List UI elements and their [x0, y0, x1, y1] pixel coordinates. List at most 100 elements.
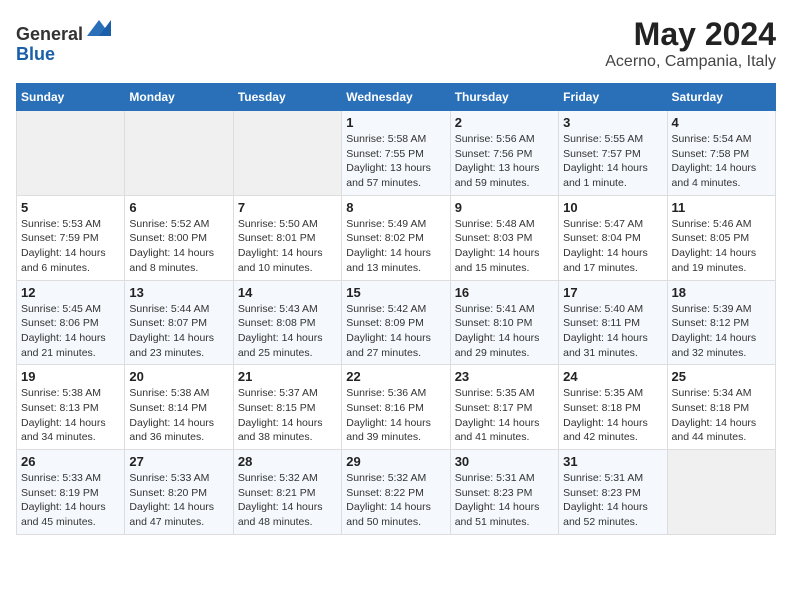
day-number: 14	[238, 285, 337, 300]
day-number: 3	[563, 115, 662, 130]
day-number: 18	[672, 285, 771, 300]
weekday-header-tuesday: Tuesday	[233, 84, 341, 111]
calendar-cell: 4Sunrise: 5:54 AMSunset: 7:58 PMDaylight…	[667, 111, 775, 196]
day-info: Sunrise: 5:42 AMSunset: 8:09 PMDaylight:…	[346, 302, 445, 361]
calendar-cell: 20 Sunrise: 5:38 AMSunset: 8:14 PMDayligh…	[125, 365, 233, 450]
day-number: 1	[346, 115, 445, 130]
day-number: 9	[455, 200, 554, 215]
day-number: 17	[563, 285, 662, 300]
calendar-cell: 2 Sunrise: 5:56 AMSunset: 7:56 PMDaylight…	[450, 111, 558, 196]
calendar-cell: 25 Sunrise: 5:34 AMSunset: 8:18 PMDayligh…	[667, 365, 775, 450]
day-info: Sunrise: 5:46 AMSunset: 8:05 PMDaylight:…	[672, 217, 771, 276]
weekday-header-monday: Monday	[125, 84, 233, 111]
day-info: Sunrise: 5:32 AMSunset: 8:21 PMDaylight:…	[238, 471, 337, 530]
calendar-cell: 9 Sunrise: 5:48 AMSunset: 8:03 PMDaylight…	[450, 195, 558, 280]
day-number: 5	[21, 200, 120, 215]
weekday-header-saturday: Saturday	[667, 84, 775, 111]
calendar-cell: 10Sunrise: 5:47 AMSunset: 8:04 PMDayligh…	[559, 195, 667, 280]
day-number: 13	[129, 285, 228, 300]
calendar-cell: 1 Sunrise: 5:58 AMSunset: 7:55 PMDaylight…	[342, 111, 450, 196]
day-number: 31	[563, 454, 662, 469]
day-info: Sunrise: 5:32 AMSunset: 8:22 PMDaylight:…	[346, 471, 445, 530]
calendar-cell: 21 Sunrise: 5:37 AMSunset: 8:15 PMDayligh…	[233, 365, 341, 450]
page-header: General Blue May 2024 Acerno, Campania, …	[16, 16, 776, 71]
day-info: Sunrise: 5:36 AMSunset: 8:16 PMDaylight:…	[346, 386, 445, 445]
page-subtitle: Acerno, Campania, Italy	[605, 53, 776, 71]
day-info: Sunrise: 5:39 AMSunset: 8:12 PMDaylight:…	[672, 302, 771, 361]
day-number: 26	[21, 454, 120, 469]
weekday-header-sunday: Sunday	[17, 84, 125, 111]
day-info: Sunrise: 5:44 AMSunset: 8:07 PMDaylight:…	[129, 302, 228, 361]
day-info: Sunrise: 5:34 AMSunset: 8:18 PMDaylight:…	[672, 386, 771, 445]
day-info: Sunrise: 5:52 AMSunset: 8:00 PMDaylight:…	[129, 217, 228, 276]
title-block: May 2024 Acerno, Campania, Italy	[605, 16, 776, 71]
day-info: Sunrise: 5:55 AMSunset: 7:57 PMDaylight:…	[563, 132, 662, 191]
calendar-cell: 28 Sunrise: 5:32 AMSunset: 8:21 PMDayligh…	[233, 450, 341, 535]
day-info: Sunrise: 5:35 AMSunset: 8:17 PMDaylight:…	[455, 386, 554, 445]
day-number: 27	[129, 454, 228, 469]
calendar-cell	[233, 111, 341, 196]
calendar-cell: 26 Sunrise: 5:33 AMSunset: 8:19 PMDayligh…	[17, 450, 125, 535]
logo: General Blue	[16, 16, 113, 65]
calendar-cell: 14 Sunrise: 5:43 AMSunset: 8:08 PMDayligh…	[233, 280, 341, 365]
day-info: Sunrise: 5:33 AMSunset: 8:19 PMDaylight:…	[21, 471, 120, 530]
calendar-week-3: 19Sunrise: 5:38 AMSunset: 8:13 PMDayligh…	[17, 365, 776, 450]
day-number: 20	[129, 369, 228, 384]
calendar-cell: 15 Sunrise: 5:42 AMSunset: 8:09 PMDayligh…	[342, 280, 450, 365]
day-number: 28	[238, 454, 337, 469]
calendar-cell: 3 Sunrise: 5:55 AMSunset: 7:57 PMDaylight…	[559, 111, 667, 196]
page-title: May 2024	[605, 16, 776, 53]
calendar-cell: 11 Sunrise: 5:46 AMSunset: 8:05 PMDayligh…	[667, 195, 775, 280]
day-info: Sunrise: 5:58 AMSunset: 7:55 PMDaylight:…	[346, 132, 445, 191]
calendar-table: SundayMondayTuesdayWednesdayThursdayFrid…	[16, 83, 776, 535]
day-number: 11	[672, 200, 771, 215]
day-number: 2	[455, 115, 554, 130]
day-number: 15	[346, 285, 445, 300]
day-info: Sunrise: 5:31 AMSunset: 8:23 PMDaylight:…	[455, 471, 554, 530]
calendar-cell: 12Sunrise: 5:45 AMSunset: 8:06 PMDayligh…	[17, 280, 125, 365]
header-row: SundayMondayTuesdayWednesdayThursdayFrid…	[17, 84, 776, 111]
day-number: 16	[455, 285, 554, 300]
calendar-week-2: 12Sunrise: 5:45 AMSunset: 8:06 PMDayligh…	[17, 280, 776, 365]
day-info: Sunrise: 5:43 AMSunset: 8:08 PMDaylight:…	[238, 302, 337, 361]
logo-general: General	[16, 24, 83, 44]
calendar-week-1: 5 Sunrise: 5:53 AMSunset: 7:59 PMDaylight…	[17, 195, 776, 280]
calendar-cell: 30 Sunrise: 5:31 AMSunset: 8:23 PMDayligh…	[450, 450, 558, 535]
day-info: Sunrise: 5:35 AMSunset: 8:18 PMDaylight:…	[563, 386, 662, 445]
weekday-header-thursday: Thursday	[450, 84, 558, 111]
calendar-cell: 19Sunrise: 5:38 AMSunset: 8:13 PMDayligh…	[17, 365, 125, 450]
calendar-cell: 13 Sunrise: 5:44 AMSunset: 8:07 PMDayligh…	[125, 280, 233, 365]
calendar-cell: 29Sunrise: 5:32 AMSunset: 8:22 PMDayligh…	[342, 450, 450, 535]
day-info: Sunrise: 5:33 AMSunset: 8:20 PMDaylight:…	[129, 471, 228, 530]
day-info: Sunrise: 5:38 AMSunset: 8:14 PMDaylight:…	[129, 386, 228, 445]
calendar-cell: 17Sunrise: 5:40 AMSunset: 8:11 PMDayligh…	[559, 280, 667, 365]
day-info: Sunrise: 5:48 AMSunset: 8:03 PMDaylight:…	[455, 217, 554, 276]
logo-icon	[85, 16, 113, 40]
calendar-cell: 22Sunrise: 5:36 AMSunset: 8:16 PMDayligh…	[342, 365, 450, 450]
day-number: 30	[455, 454, 554, 469]
calendar-cell	[125, 111, 233, 196]
day-info: Sunrise: 5:53 AMSunset: 7:59 PMDaylight:…	[21, 217, 120, 276]
day-info: Sunrise: 5:38 AMSunset: 8:13 PMDaylight:…	[21, 386, 120, 445]
day-info: Sunrise: 5:56 AMSunset: 7:56 PMDaylight:…	[455, 132, 554, 191]
day-number: 23	[455, 369, 554, 384]
day-number: 8	[346, 200, 445, 215]
day-number: 6	[129, 200, 228, 215]
calendar-cell: 18 Sunrise: 5:39 AMSunset: 8:12 PMDayligh…	[667, 280, 775, 365]
day-number: 25	[672, 369, 771, 384]
calendar-cell: 24Sunrise: 5:35 AMSunset: 8:18 PMDayligh…	[559, 365, 667, 450]
day-info: Sunrise: 5:50 AMSunset: 8:01 PMDaylight:…	[238, 217, 337, 276]
calendar-cell: 27 Sunrise: 5:33 AMSunset: 8:20 PMDayligh…	[125, 450, 233, 535]
day-info: Sunrise: 5:41 AMSunset: 8:10 PMDaylight:…	[455, 302, 554, 361]
day-info: Sunrise: 5:45 AMSunset: 8:06 PMDaylight:…	[21, 302, 120, 361]
day-number: 7	[238, 200, 337, 215]
day-info: Sunrise: 5:47 AMSunset: 8:04 PMDaylight:…	[563, 217, 662, 276]
day-number: 21	[238, 369, 337, 384]
calendar-cell: 5 Sunrise: 5:53 AMSunset: 7:59 PMDaylight…	[17, 195, 125, 280]
calendar-cell	[667, 450, 775, 535]
day-number: 4	[672, 115, 771, 130]
day-info: Sunrise: 5:37 AMSunset: 8:15 PMDaylight:…	[238, 386, 337, 445]
logo-blue: Blue	[16, 44, 55, 64]
calendar-week-0: 1 Sunrise: 5:58 AMSunset: 7:55 PMDaylight…	[17, 111, 776, 196]
weekday-header-friday: Friday	[559, 84, 667, 111]
